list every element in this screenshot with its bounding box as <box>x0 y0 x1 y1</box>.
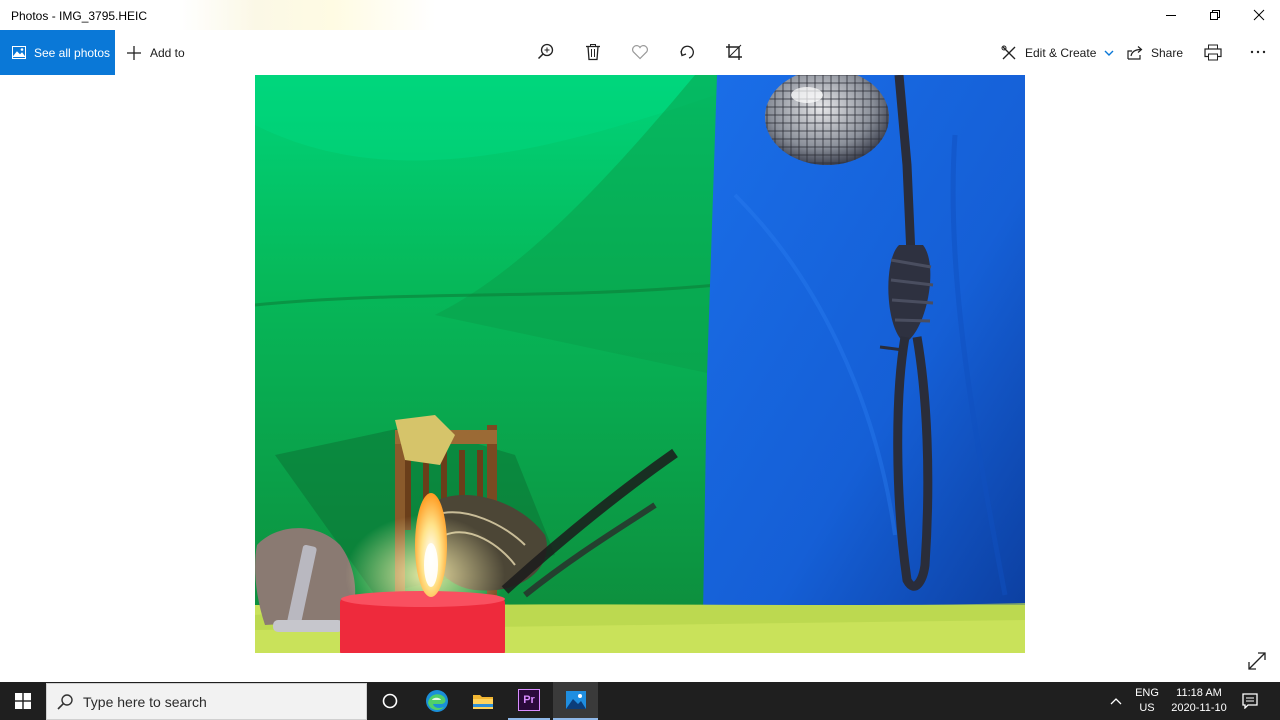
toolbar: See all photos Add to Edit & Create Shar… <box>0 30 1280 75</box>
search-placeholder: Type here to search <box>83 693 207 710</box>
favorite-icon <box>632 45 648 60</box>
expand-icon <box>1248 652 1266 670</box>
taskbar-app-file-explorer[interactable] <box>462 682 504 720</box>
taskbar-app-edge[interactable] <box>416 682 458 720</box>
crop-icon <box>726 44 742 60</box>
task-view-button[interactable] <box>369 682 411 720</box>
taskbar-app-premiere[interactable]: Pr <box>508 682 550 720</box>
edit-create-icon <box>1001 45 1016 59</box>
window-title: Photos - IMG_3795.HEIC <box>11 9 148 23</box>
edge-icon <box>426 690 448 712</box>
region-code: US <box>1139 702 1155 714</box>
zoom-button[interactable] <box>536 42 556 62</box>
more-button[interactable] <box>1248 42 1268 62</box>
notification-icon <box>1242 693 1258 709</box>
share-button[interactable]: Share <box>1127 30 1183 75</box>
photo-view[interactable] <box>255 75 1025 653</box>
restore-button[interactable] <box>1192 0 1238 30</box>
language-indicator[interactable]: ENG US <box>1132 682 1162 720</box>
start-button[interactable] <box>0 682 46 720</box>
task-view-icon <box>382 693 398 709</box>
zoom-icon <box>537 43 554 60</box>
premiere-pro-icon: Pr <box>518 689 540 711</box>
plus-icon <box>127 45 141 60</box>
title-bar: Photos - IMG_3795.HEIC <box>0 0 1280 30</box>
clock[interactable]: 11:18 AM 2020-11-10 <box>1166 682 1232 720</box>
show-hidden-icons-button[interactable] <box>1104 682 1128 720</box>
chevron-down-icon <box>1104 50 1114 56</box>
print-button[interactable] <box>1203 42 1223 62</box>
rotate-button[interactable] <box>677 42 697 62</box>
see-all-photos-button[interactable]: See all photos <box>0 30 115 75</box>
search-icon <box>57 693 73 710</box>
language-code: ENG <box>1135 687 1159 699</box>
crop-button[interactable] <box>724 42 744 62</box>
chevron-up-icon <box>1110 698 1122 705</box>
rotate-icon <box>680 45 694 59</box>
folder-icon <box>473 695 493 709</box>
print-icon <box>1204 44 1222 60</box>
share-icon <box>1127 46 1143 60</box>
windows-logo-icon <box>15 693 31 709</box>
minimize-button[interactable] <box>1148 0 1194 30</box>
minimize-icon <box>1166 15 1176 16</box>
taskbar: Type here to search Pr ENG US 11:18 AM 2… <box>0 682 1280 720</box>
fullscreen-button[interactable] <box>1246 650 1268 672</box>
delete-button[interactable] <box>583 42 603 62</box>
photo-image <box>255 75 1025 653</box>
restore-icon <box>1210 10 1220 20</box>
see-all-photos-label: See all photos <box>34 45 111 60</box>
favorite-button[interactable] <box>630 42 650 62</box>
edit-create-button[interactable]: Edit & Create <box>1001 30 1114 75</box>
clock-time: 11:18 AM <box>1176 687 1222 699</box>
add-to-button[interactable]: Add to <box>126 30 185 75</box>
action-center-button[interactable] <box>1234 682 1266 720</box>
photos-app-icon <box>565 691 586 709</box>
taskbar-search-box[interactable]: Type here to search <box>46 683 367 720</box>
taskbar-app-photos[interactable] <box>553 682 598 720</box>
clock-date: 2020-11-10 <box>1171 702 1227 714</box>
close-icon <box>1253 9 1265 21</box>
delete-icon <box>586 44 600 61</box>
share-label: Share <box>1151 45 1184 60</box>
add-to-label: Add to <box>150 45 185 60</box>
more-icon <box>1250 50 1266 54</box>
close-button[interactable] <box>1236 0 1280 30</box>
photos-icon <box>12 46 26 59</box>
edit-create-label: Edit & Create <box>1025 45 1097 60</box>
